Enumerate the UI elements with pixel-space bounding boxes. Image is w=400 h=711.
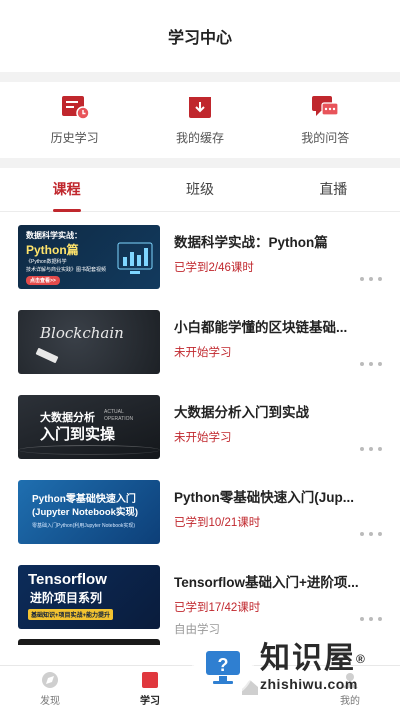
thumb-text: Tensorflow: [28, 570, 107, 588]
chart-illustration-icon: [117, 242, 153, 274]
thumb-text: (Jupyter Notebook实现): [32, 506, 139, 518]
thumb-text: ACTUAL: [104, 408, 124, 415]
course-thumbnail: Python零基础快速入门 (Jupyter Notebook实现) 零基础入门…: [18, 479, 160, 544]
watermark-url: zhishiwu.com: [260, 676, 358, 692]
course-title: Tensorflow基础入门+进阶项...: [174, 574, 359, 590]
nav-label: 发现: [40, 695, 60, 707]
course-item[interactable]: 大数据分析 入门到实操 ACTUAL OPERATION 大数据分析入门到实战 …: [0, 384, 400, 469]
qa-label: 我的问答: [301, 131, 350, 145]
course-list: 数据科学实战： Python篇 《Python数据科学 技术详解与商业实践》图书…: [0, 212, 400, 645]
nav-study[interactable]: 学习: [115, 671, 185, 707]
course-progress: 已学到2/46课时: [174, 261, 254, 274]
course-item-partial: [18, 639, 160, 645]
course-thumbnail: 大数据分析 入门到实操 ACTUAL OPERATION: [18, 394, 160, 459]
nav-discover[interactable]: 发现: [15, 671, 85, 707]
course-thumbnail: 数据科学实战： Python篇 《Python数据科学 技术详解与商业实践》图书…: [18, 224, 160, 289]
thumb-text: 基础知识+项目实战+能力提升: [28, 608, 114, 620]
thumb-text: 入门到实操: [40, 425, 116, 443]
discover-icon: [42, 671, 58, 688]
thumb-text: OPERATION: [104, 415, 134, 422]
history-icon: [61, 96, 90, 120]
course-title: 数据科学实战：Python篇: [174, 234, 328, 250]
thumb-text: 《Python数据科学: [26, 258, 67, 265]
course-thumbnail: Blockchain: [18, 309, 160, 374]
more-options-icon[interactable]: [360, 276, 382, 283]
course-title: 大数据分析入门到实战: [174, 404, 309, 420]
chat-qa-icon: [312, 96, 339, 116]
more-options-icon[interactable]: [360, 531, 382, 538]
course-progress: 未开始学习: [174, 431, 232, 444]
nav-label: 学习: [140, 695, 160, 707]
cache-button[interactable]: 我的缓存: [145, 94, 255, 146]
svg-text:?: ?: [218, 655, 229, 675]
watermark: ? 知识屋® zhishiwu.com: [194, 631, 390, 703]
wave-lines: [18, 444, 160, 455]
history-button[interactable]: 历史学习: [20, 94, 130, 146]
course-progress: 未开始学习: [174, 346, 232, 359]
qa-button[interactable]: 我的问答: [270, 94, 380, 146]
course-item[interactable]: 数据科学实战： Python篇 《Python数据科学 技术详解与商业实践》图书…: [0, 214, 400, 299]
thumb-text: 数据科学实战：: [26, 230, 82, 240]
history-label: 历史学习: [50, 131, 99, 145]
more-options-icon[interactable]: [360, 361, 382, 368]
thumb-text: 进阶项目系列: [30, 590, 103, 605]
thumb-text: Blockchain: [40, 323, 124, 342]
study-icon: [142, 671, 158, 688]
course-item[interactable]: Python零基础快速入门 (Jupyter Notebook实现) 零基础入门…: [0, 469, 400, 554]
course-item[interactable]: Blockchain 小白都能学懂的区块链基础... 未开始学习: [0, 299, 400, 384]
help-monitor-icon: ?: [206, 651, 240, 684]
course-progress: 已学到17/42课时: [174, 601, 261, 614]
tab-bar: 课程 班级 直播: [0, 168, 400, 212]
watermark-text: 知识屋®: [260, 642, 367, 675]
page-title: 学习中心: [167, 30, 232, 47]
thumb-text: 技术详解与商业实践》图书配套视频: [26, 266, 107, 273]
quick-actions: 历史学习 我的缓存 我的问答: [0, 82, 400, 158]
watermark-logo: ?: [194, 638, 252, 696]
divider: [0, 158, 400, 168]
course-item[interactable]: Tensorflow 进阶项目系列 基础知识+项目实战+能力提升 Tensorf…: [0, 554, 400, 639]
cache-label: 我的缓存: [175, 131, 224, 145]
course-progress: 已学到10/21课时: [174, 516, 261, 529]
thumb-text: Python篇: [26, 242, 79, 257]
header: 学习中心: [0, 0, 400, 72]
tab-classes[interactable]: 班级: [145, 168, 255, 212]
tab-courses[interactable]: 课程: [12, 168, 122, 212]
more-options-icon[interactable]: [360, 446, 382, 453]
thumb-text: 点击查看>>: [26, 275, 60, 285]
divider: [0, 72, 400, 82]
course-thumbnail: Tensorflow 进阶项目系列 基础知识+项目实战+能力提升: [18, 564, 160, 629]
tab-live[interactable]: 直播: [278, 168, 388, 212]
chalk-icon: [35, 347, 59, 363]
course-title: Python零基础快速入门(Jup...: [174, 489, 354, 505]
course-title: 小白都能学懂的区块链基础...: [174, 319, 348, 335]
thumb-text: 零基础入门Python(利用Jupyter Notebook实现): [32, 522, 136, 529]
download-cache-icon: [188, 97, 211, 118]
thumb-text: Python零基础快速入门: [32, 493, 136, 505]
more-options-icon[interactable]: [360, 616, 382, 623]
